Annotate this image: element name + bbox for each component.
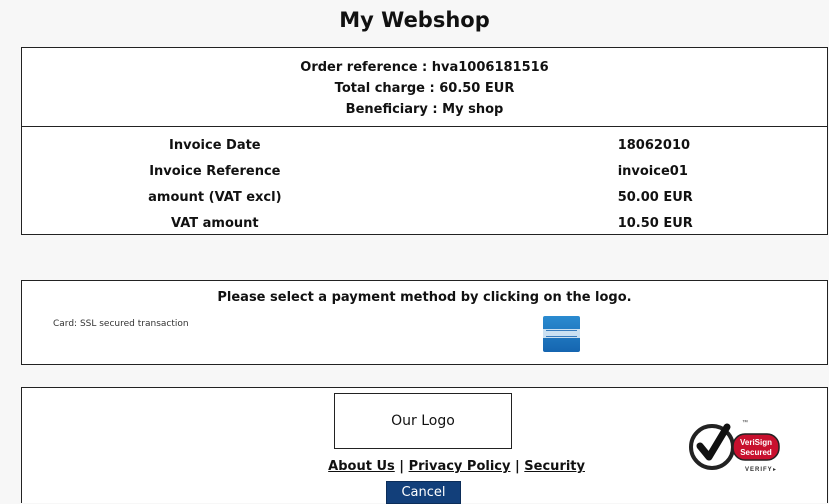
- table-row: VAT amount 10.50 EUR: [22, 210, 827, 236]
- invoice-value: invoice01: [617, 163, 688, 179]
- invoice-value: 10.50 EUR: [617, 215, 693, 231]
- total-charge: Total charge : 60.50 EUR: [334, 81, 515, 96]
- page-title: My Webshop: [339, 8, 490, 32]
- invoice-value: 18062010: [617, 137, 691, 153]
- beneficiary: Beneficiary : My shop: [345, 102, 504, 117]
- ssl-note: Card: SSL secured transaction: [53, 319, 189, 329]
- cancel-button[interactable]: Cancel: [386, 481, 461, 504]
- about-us-link[interactable]: About Us: [328, 459, 395, 474]
- invoice-table: Invoice Date 18062010 Invoice Reference …: [22, 132, 827, 236]
- card-band: [543, 329, 580, 338]
- privacy-policy-link[interactable]: Privacy Policy: [409, 459, 511, 474]
- link-separator: |: [399, 459, 405, 474]
- invoice-value: 50.00 EUR: [617, 189, 693, 205]
- invoice-details: Invoice Date 18062010 Invoice Reference …: [21, 127, 828, 235]
- footer-links: About Us | Privacy Policy | Security: [22, 459, 585, 474]
- seal-line2: Secured: [740, 448, 772, 457]
- seal-line1: VeriSign: [740, 438, 772, 447]
- table-row: Invoice Date 18062010: [22, 132, 827, 158]
- verisign-secured-seal[interactable]: VeriSign Secured ™ VERIFY ▸: [667, 409, 787, 479]
- table-row: amount (VAT excl) 50.00 EUR: [22, 184, 827, 210]
- invoice-label: Invoice Date: [169, 137, 261, 153]
- payment-prompt: Please select a payment method by clicki…: [217, 290, 632, 305]
- order-summary: Order reference : hva1006181516 Total ch…: [21, 47, 828, 128]
- amex-card-icon[interactable]: [543, 316, 580, 352]
- seal-verify-arrow: ▸: [773, 466, 776, 473]
- invoice-label: amount (VAT excl): [148, 189, 282, 205]
- invoice-label: VAT amount: [171, 215, 259, 231]
- payment-method-box: Please select a payment method by clicki…: [21, 280, 828, 365]
- footer: Our Logo About Us | Privacy Policy | Sec…: [21, 387, 828, 504]
- order-reference: Order reference : hva1006181516: [300, 60, 549, 75]
- security-link[interactable]: Security: [524, 459, 585, 474]
- invoice-label: Invoice Reference: [149, 163, 281, 179]
- link-separator: |: [515, 459, 520, 474]
- seal-verify-text: VERIFY: [745, 467, 773, 473]
- table-row: Invoice Reference invoice01: [22, 158, 827, 184]
- seal-trademark: ™: [742, 419, 748, 426]
- shop-logo: Our Logo: [334, 393, 512, 449]
